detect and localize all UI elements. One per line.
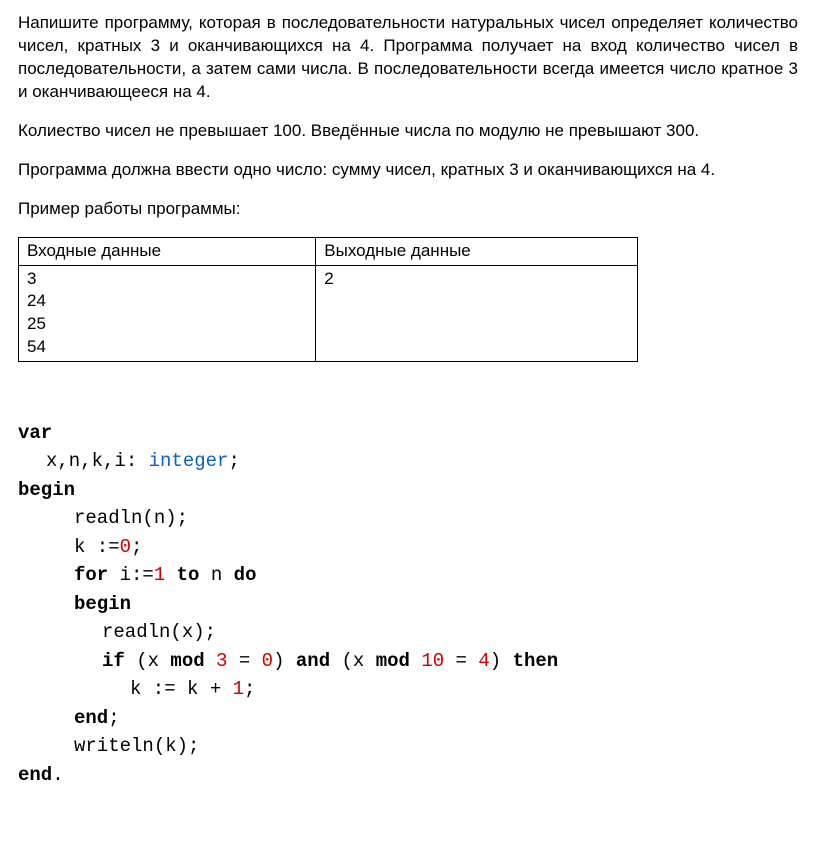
code-text: ) (490, 650, 513, 672)
code-text (165, 564, 176, 586)
keyword-mod: mod (376, 650, 410, 672)
code-line: readln(x); (18, 618, 216, 647)
keyword-begin: begin (18, 479, 75, 501)
input-line: 25 (27, 313, 307, 336)
code-text: (x (125, 650, 171, 672)
input-line: 24 (27, 290, 307, 313)
semicolon: ; (131, 536, 142, 558)
keyword-mod: mod (170, 650, 204, 672)
number-literal: 10 (421, 650, 444, 672)
semicolon: ; (244, 678, 255, 700)
code-text: n (199, 564, 233, 586)
table-row: 3 24 25 54 2 (19, 265, 638, 362)
header-output: Выходные данные (316, 237, 638, 265)
code-line: readln(n); (18, 504, 188, 533)
code-block: var x,n,k,i: integer; begin readln(n); k… (18, 390, 798, 789)
keyword-end: end (18, 764, 52, 786)
keyword-then: then (513, 650, 559, 672)
table-row: Входные данные Выходные данные (19, 237, 638, 265)
code-text: i:= (108, 564, 154, 586)
number-literal: 1 (233, 678, 244, 700)
keyword-end: end (74, 707, 108, 729)
keyword-for: for (74, 564, 108, 586)
keyword-and: and (296, 650, 330, 672)
problem-paragraph-3: Программа должна ввести одно число: сумм… (18, 159, 798, 182)
number-literal: 0 (120, 536, 131, 558)
output-cell: 2 (316, 265, 638, 362)
header-input: Входные данные (19, 237, 316, 265)
input-line: 3 (27, 268, 307, 291)
code-text: (x (330, 650, 376, 672)
keyword-var: var (18, 422, 52, 444)
number-literal: 4 (478, 650, 489, 672)
input-cell: 3 24 25 54 (19, 265, 316, 362)
keyword-begin: begin (74, 593, 131, 615)
code-line: writeln(k); (18, 732, 199, 761)
keyword-if: if (102, 650, 125, 672)
input-line: 54 (27, 336, 307, 359)
number-literal: 1 (154, 564, 165, 586)
semicolon: ; (108, 707, 119, 729)
keyword-to: to (177, 564, 200, 586)
example-label: Пример работы программы: (18, 198, 798, 221)
dot: . (52, 764, 63, 786)
semicolon: ; (228, 450, 239, 472)
code-text: = (227, 650, 261, 672)
example-table: Входные данные Выходные данные 3 24 25 5… (18, 237, 638, 363)
type-integer: integer (149, 450, 229, 472)
keyword-do: do (234, 564, 257, 586)
number-literal: 0 (262, 650, 273, 672)
number-literal: 3 (216, 650, 227, 672)
problem-paragraph-1: Напишите программу, которая в последоват… (18, 12, 798, 104)
var-decl: x,n,k,i: (46, 450, 149, 472)
code-text: k := k + (130, 678, 233, 700)
code-text: = (444, 650, 478, 672)
code-text: ) (273, 650, 296, 672)
problem-paragraph-2: Колиество чисел не превышает 100. Введён… (18, 120, 798, 143)
code-text: k := (74, 536, 120, 558)
